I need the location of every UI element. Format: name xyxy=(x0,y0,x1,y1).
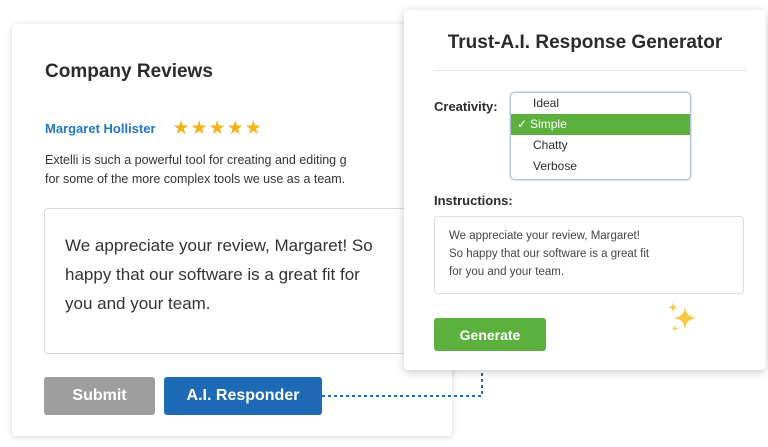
review-text-line: for some of the more complex tools we us… xyxy=(45,172,346,186)
creativity-dropdown[interactable]: Ideal ✓ Simple Chatty Verbose xyxy=(510,92,691,180)
dropdown-option-ideal[interactable]: Ideal xyxy=(511,93,690,114)
creativity-label: Creativity: xyxy=(434,99,498,114)
response-line: you and your team. xyxy=(65,294,211,313)
instructions-label: Instructions: xyxy=(434,193,513,208)
ai-responder-button[interactable]: A.I. Responder xyxy=(164,377,322,415)
dropdown-option-verbose[interactable]: Verbose xyxy=(511,156,690,177)
star-icon: ★ xyxy=(226,118,244,139)
dropdown-option-chatty[interactable]: Chatty xyxy=(511,135,690,156)
company-reviews-card: Company Reviews Margaret Hollister ★ ★ ★… xyxy=(12,24,452,436)
response-line: happy that our software is a great fit f… xyxy=(65,265,360,284)
instructions-line: So happy that our software is a great fi… xyxy=(449,248,650,260)
review-text: Extelli is such a powerful tool for crea… xyxy=(45,151,452,189)
star-icon: ★ xyxy=(190,118,208,139)
star-icon: ★ xyxy=(244,118,262,139)
star-icon: ★ xyxy=(208,118,226,139)
generate-button[interactable]: Generate xyxy=(434,318,546,351)
instructions-textarea[interactable]: We appreciate your review, Margaret! So … xyxy=(434,216,744,294)
instructions-line: We appreciate your review, Margaret! xyxy=(449,230,640,242)
sparkle-icon xyxy=(668,302,696,332)
checkmark-icon: ✓ xyxy=(517,117,528,131)
instructions-line: for you and your team. xyxy=(449,266,565,278)
response-generator-panel: Trust-A.I. Response Generator Creativity… xyxy=(404,10,766,370)
reviewer-name[interactable]: Margaret Hollister xyxy=(45,121,156,136)
reviewer-row: Margaret Hollister ★ ★ ★ ★ ★ xyxy=(45,119,262,138)
submit-button[interactable]: Submit xyxy=(44,377,155,415)
star-rating: ★ ★ ★ ★ ★ xyxy=(173,119,262,138)
dropdown-option-label: Simple xyxy=(530,117,567,131)
reviews-title: Company Reviews xyxy=(45,61,213,82)
response-line: We appreciate your review, Margaret! So xyxy=(65,236,373,255)
review-text-line: Extelli is such a powerful tool for crea… xyxy=(45,153,347,167)
dropdown-option-simple[interactable]: ✓ Simple xyxy=(511,114,690,135)
divider xyxy=(434,70,748,71)
response-textarea[interactable]: We appreciate your review, Margaret! So … xyxy=(44,208,424,354)
generator-title: Trust-A.I. Response Generator xyxy=(447,32,723,53)
star-icon: ★ xyxy=(172,118,190,139)
